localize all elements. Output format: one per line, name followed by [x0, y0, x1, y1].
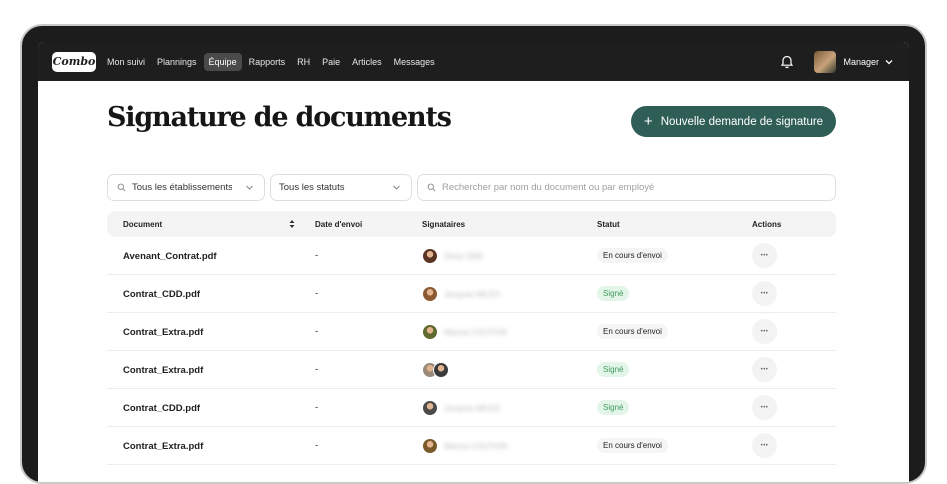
establishment-filter-value: Tous les établissements [132, 182, 232, 193]
column-header-status: Statut [597, 220, 620, 229]
column-header-signers: Signataires [422, 220, 466, 229]
more-icon: ••• [760, 252, 769, 259]
column-header-date: Date d'envoi [315, 220, 363, 229]
status-badge: En cours d'envoi [597, 248, 668, 263]
document-name[interactable]: Avenant_Contrat.pdf [123, 251, 217, 262]
sent-date: - [315, 402, 319, 413]
row-actions-button[interactable]: ••• [752, 243, 777, 268]
column-header-document[interactable]: Document [123, 220, 162, 229]
signer-name: Jacques MILES [444, 289, 501, 299]
sent-date: - [315, 440, 319, 451]
document-name[interactable]: Contrat_Extra.pdf [123, 365, 203, 376]
status-badge: Signé [597, 362, 630, 377]
row-actions-button[interactable]: ••• [752, 357, 777, 382]
table-row[interactable]: Contrat_Extra.pdf - Marina COUTHIN En cours… [107, 313, 836, 351]
sent-date: - [315, 288, 319, 299]
document-search-input[interactable]: Rechercher par nom du document ou par em… [417, 174, 836, 201]
sent-date: - [315, 326, 319, 337]
page-title: Signature de documents [107, 102, 452, 133]
chevron-down-icon[interactable] [885, 58, 893, 66]
signer-avatar [422, 286, 438, 302]
search-icon [427, 183, 436, 192]
nav-item[interactable]: Paie [317, 53, 345, 71]
document-name[interactable]: Contrat_CDD.pdf [123, 289, 200, 300]
table-row[interactable]: Contrat_CDD.pdf - Jacques MILES Signé ••• [107, 389, 836, 427]
more-icon: ••• [760, 290, 769, 297]
more-icon: ••• [760, 366, 769, 373]
status-badge: En cours d'envoi [597, 438, 668, 453]
app-screen: Combo Mon suivi Plannings Équipe Rapports RH… [38, 42, 909, 482]
plus-icon: + [643, 113, 653, 130]
row-actions-button[interactable]: ••• [752, 319, 777, 344]
signer-avatar [433, 362, 449, 378]
status-filter[interactable]: Tous les statuts [270, 174, 412, 201]
signer-name: Marina COUTHIN [444, 327, 508, 337]
document-name[interactable]: Contrat_Extra.pdf [123, 327, 203, 338]
establishment-filter[interactable]: Tous les établissements [107, 174, 265, 201]
signer-avatar [422, 400, 438, 416]
table-header: Document Date d'envoi Signataires Statut… [107, 211, 836, 237]
nav-item[interactable]: Équipe [203, 52, 242, 71]
signer-avatar [422, 324, 438, 340]
status-badge: Signé [597, 286, 630, 301]
signer-avatar [422, 248, 438, 264]
signers-cell: Jacques MILES [422, 286, 500, 302]
signer-avatar [422, 438, 438, 454]
signers-cell [422, 362, 449, 378]
more-icon: ••• [760, 442, 769, 449]
table-row[interactable]: Contrat_Extra.pdf - Marina COUTHIN En cours… [107, 427, 836, 465]
nav-item[interactable]: Articles [347, 53, 387, 71]
chevron-down-icon [246, 185, 253, 190]
row-actions-button[interactable]: ••• [752, 281, 777, 306]
new-signature-request-label: Nouvelle demande de signature [660, 115, 824, 128]
nav-item[interactable]: Plannings [152, 53, 202, 71]
user-menu-label[interactable]: Manager [843, 57, 879, 67]
sent-date: - [315, 364, 319, 375]
status-filter-value: Tous les statuts [279, 182, 345, 193]
more-icon: ••• [760, 328, 769, 335]
row-actions-button[interactable]: ••• [752, 433, 777, 458]
more-icon: ••• [760, 404, 769, 411]
signers-cell: Marina COUTHIN [422, 438, 507, 454]
column-header-actions: Actions [752, 220, 782, 229]
user-avatar[interactable] [814, 50, 837, 73]
sent-date: - [315, 250, 319, 261]
signers-cell: Olivia SIMI [422, 248, 483, 264]
nav-item[interactable]: Messages [389, 53, 440, 71]
chevron-down-icon [393, 185, 400, 190]
nav-item[interactable]: Mon suivi [102, 53, 150, 71]
sort-icon[interactable] [288, 219, 296, 229]
top-navigation-bar: Combo Mon suivi Plannings Équipe Rapports RH… [38, 42, 909, 81]
row-actions-button[interactable]: ••• [752, 395, 777, 420]
topbar-right: Manager [780, 42, 893, 81]
bell-icon[interactable] [780, 55, 794, 69]
signer-name: Olivia SIMI [444, 251, 483, 261]
signer-name: Jacques MILES [444, 403, 501, 413]
table-row[interactable]: Avenant_Contrat.pdf - Olivia SIMI En cours … [107, 237, 836, 275]
table-row[interactable]: Contrat_CDD.pdf - Jacques MILES Signé ••• [107, 275, 836, 313]
search-placeholder: Rechercher par nom du document ou par em… [442, 182, 655, 193]
status-badge: Signé [597, 400, 630, 415]
new-signature-request-button[interactable]: + Nouvelle demande de signature [631, 106, 836, 137]
nav-item[interactable]: RH [292, 53, 315, 71]
document-name[interactable]: Contrat_CDD.pdf [123, 403, 200, 414]
document-name[interactable]: Contrat_Extra.pdf [123, 441, 203, 452]
signers-cell: Marina COUTHIN [422, 324, 507, 340]
main-nav: Mon suivi Plannings Équipe Rapports RH Paie Ar… [102, 52, 442, 71]
table-row[interactable]: Contrat_Extra.pdf - Signé ••• [107, 351, 836, 389]
nav-item[interactable]: Rapports [244, 53, 291, 71]
signer-name: Marina COUTHIN [444, 441, 508, 451]
status-badge: En cours d'envoi [597, 324, 668, 339]
search-icon [117, 183, 126, 192]
signers-cell: Jacques MILES [422, 400, 500, 416]
app-logo[interactable]: Combo [52, 51, 96, 72]
